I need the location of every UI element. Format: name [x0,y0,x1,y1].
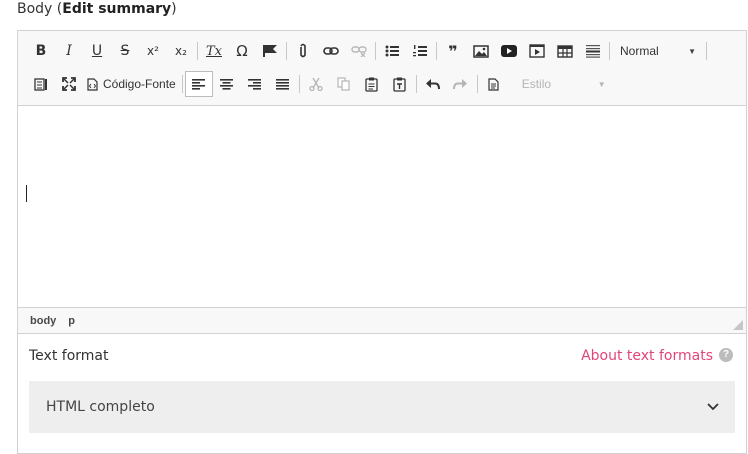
bold-button[interactable]: B [27,38,55,64]
align-right-button[interactable] [241,71,269,97]
source-icon [87,77,98,91]
media-embed-button[interactable] [523,38,551,64]
unlink-icon [351,46,367,57]
media-icon [529,44,545,58]
subscript-button[interactable]: x₂ [167,38,195,64]
resize-handle-icon[interactable] [733,320,743,330]
video-icon [501,45,517,57]
maximize-icon [62,77,76,91]
align-justify-button[interactable] [269,71,297,97]
field-name: Body [17,1,53,17]
source-code-label: Código-Fonte [103,77,176,91]
caret-down-icon: ▼ [688,46,696,56]
align-justify-icon [276,78,290,90]
attachment-button[interactable] [289,38,317,64]
text-format-wrapper: Text format About text formats ? HTML co… [17,334,747,454]
maximize-button[interactable] [55,71,83,97]
image-icon [473,44,489,58]
editor-content-area[interactable] [18,106,746,307]
redo-button[interactable] [447,71,475,97]
toolbar-separator [476,75,478,93]
paren-close: ) [171,1,177,17]
strikethrough-button[interactable]: S [111,38,139,64]
source-code-button[interactable]: Código-Fonte [83,71,180,97]
toolbar-separator [197,42,198,60]
table-icon [557,44,573,58]
italic-button[interactable]: I [55,38,83,64]
toolbar-separator [375,42,376,60]
paperclip-icon [300,43,306,58]
align-right-icon [248,78,262,90]
cut-button[interactable] [302,71,330,97]
format-dropdown-value: Normal [620,44,659,58]
horizontal-rule-button[interactable] [579,38,607,64]
toolbar-separator [436,42,437,60]
style-dropdown[interactable]: Estilo ▼ [514,71,614,97]
toolbar-separator [415,75,417,93]
path-item-p[interactable]: p [68,315,75,327]
document-icon [488,77,499,91]
align-center-icon [220,78,234,90]
underline-button[interactable]: U [83,38,111,64]
style-dropdown-value: Estilo [521,77,552,91]
copy-button[interactable] [330,71,358,97]
paste-button[interactable] [358,71,386,97]
remove-format-button[interactable]: Tx [200,38,228,64]
toolbar-separator [609,42,610,60]
flag-icon [263,45,277,57]
help-icon[interactable]: ? [719,348,733,362]
toolbar-separator [286,42,287,60]
paste-text-button[interactable] [386,71,414,97]
path-item-body[interactable]: body [30,315,56,327]
caret-down-icon: ▼ [597,79,606,89]
editor-toolbar: B I U S x² x₂ Tx Ω ❞ Normal ▼ Código-Fon… [18,31,746,106]
copy-icon [337,77,350,91]
horizontal-line-icon [586,45,600,58]
scissors-icon [309,77,323,91]
link-icon [323,47,339,55]
unlink-button[interactable] [345,38,373,64]
text-format-select[interactable]: HTML completo [29,381,735,433]
edit-summary-link[interactable]: Edit summary [62,1,171,17]
toolbar-separator [298,75,300,93]
align-center-button[interactable] [213,71,241,97]
table-button[interactable] [551,38,579,64]
toolbar-row-1: B I U S x² x₂ Tx Ω ❞ Normal ▼ [18,37,709,65]
redo-icon [453,79,468,90]
undo-button[interactable] [419,71,447,97]
numbered-list-icon [413,45,427,57]
text-format-selected: HTML completo [46,399,155,415]
toolbar-separator [706,42,707,60]
bullet-list-icon [385,45,399,57]
align-left-icon [192,78,206,90]
image-button[interactable] [467,38,495,64]
field-label: Body (Edit summary) [17,0,177,18]
blockquote-button[interactable]: ❞ [439,38,467,64]
about-text-formats-link[interactable]: About text formats [581,348,713,364]
anchor-flag-button[interactable] [256,38,284,64]
templates-button[interactable] [480,71,508,97]
rich-text-editor: B I U S x² x₂ Tx Ω ❞ Normal ▼ Código-Fon… [17,30,747,334]
paste-text-icon [393,77,406,92]
element-path-bar: body p [18,307,746,333]
special-character-button[interactable]: Ω [228,38,256,64]
toolbar-row-2: Código-Fonte Estilo ▼ [18,70,614,98]
undo-icon [426,79,441,90]
text-format-label: Text format [29,348,109,364]
numbered-list-button[interactable] [406,38,434,64]
toolbar-separator [181,75,183,93]
align-left-button[interactable] [184,71,213,97]
bulleted-list-button[interactable] [378,38,406,64]
youtube-button[interactable] [495,38,523,64]
link-button[interactable] [317,38,345,64]
superscript-button[interactable]: x² [139,38,167,64]
format-dropdown[interactable]: Normal ▼ [612,38,704,64]
chevron-down-icon [707,403,719,411]
text-cursor [26,185,27,202]
show-blocks-button[interactable] [27,71,55,97]
paste-icon [365,77,378,92]
show-blocks-icon [34,78,47,91]
